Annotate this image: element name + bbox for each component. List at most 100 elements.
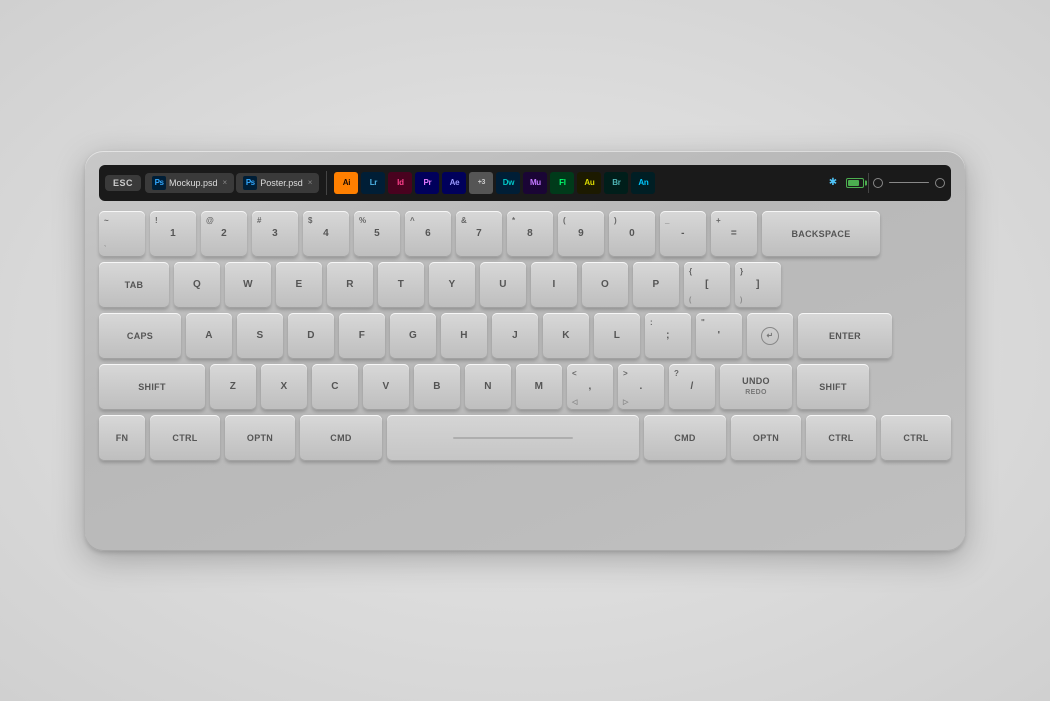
app-animate-icon[interactable]: An (631, 172, 655, 194)
key-4[interactable]: $4 (303, 211, 349, 257)
a-row: CAPS A S D F G H J K L :; "' ↵ ENTER (99, 313, 951, 359)
brightness-min-icon[interactable] (873, 178, 883, 188)
key-i[interactable]: I (531, 262, 577, 308)
key-shift-right[interactable]: SHIFT (797, 364, 869, 410)
esc-key[interactable]: ESC (105, 175, 141, 191)
number-row: ~` !1 @2 #3 $4 %5 ^6 &7 *8 (9 )0 _- += B… (99, 211, 951, 257)
key-8[interactable]: *8 (507, 211, 553, 257)
key-slash[interactable]: ?/ (669, 364, 715, 410)
app-muse-icon[interactable]: Mu (523, 172, 547, 194)
key-comma[interactable]: <,◁ (567, 364, 613, 410)
app-lightroom-icon[interactable]: Lr (361, 172, 385, 194)
key-z[interactable]: Z (210, 364, 256, 410)
divider (326, 171, 327, 195)
key-equals[interactable]: += (711, 211, 757, 257)
key-u[interactable]: U (480, 262, 526, 308)
battery-icon (846, 178, 864, 188)
key-9[interactable]: (9 (558, 211, 604, 257)
keys-area: ~` !1 @2 #3 $4 %5 ^6 &7 *8 (9 )0 _- += B… (99, 211, 951, 461)
key-y[interactable]: Y (429, 262, 475, 308)
key-tab[interactable]: TAB (99, 262, 169, 308)
tb-separator (868, 173, 869, 193)
key-q[interactable]: Q (174, 262, 220, 308)
key-cmd-right[interactable]: CMD (644, 415, 726, 461)
app-premiere-icon[interactable]: Pr (415, 172, 439, 194)
key-n[interactable]: N (465, 364, 511, 410)
spacebar-line (453, 437, 573, 439)
close-tab-2-icon[interactable]: × (308, 178, 313, 187)
key-space[interactable] (387, 415, 639, 461)
key-c[interactable]: C (312, 364, 358, 410)
brightness-slider[interactable] (889, 182, 929, 184)
key-enter[interactable]: ENTER (798, 313, 892, 359)
key-e[interactable]: E (276, 262, 322, 308)
key-optn-right[interactable]: OPTN (731, 415, 801, 461)
key-r[interactable]: R (327, 262, 373, 308)
key-6[interactable]: ^6 (405, 211, 451, 257)
touch-bar: ESC Ps Mockup.psd × Ps Poster.psd × Ai L… (99, 165, 951, 201)
close-tab-icon[interactable]: × (223, 178, 228, 187)
tab-poster[interactable]: Ps Poster.psd × (236, 173, 319, 193)
key-ctrl-far-right[interactable]: CTRL (881, 415, 951, 461)
brightness-max-icon[interactable] (935, 178, 945, 188)
key-bracket-open[interactable]: {[( (684, 262, 730, 308)
key-x[interactable]: X (261, 364, 307, 410)
app-aftereffects-icon[interactable]: Ae (442, 172, 466, 194)
key-cmd-left[interactable]: CMD (300, 415, 382, 461)
key-h[interactable]: H (441, 313, 487, 359)
touch-bar-right: ✱ (826, 176, 864, 190)
key-w[interactable]: W (225, 262, 271, 308)
key-backspace[interactable]: BACKSPACE (762, 211, 880, 257)
key-t[interactable]: T (378, 262, 424, 308)
key-k[interactable]: K (543, 313, 589, 359)
key-semicolon[interactable]: :; (645, 313, 691, 359)
key-ctrl-right[interactable]: CTRL (806, 415, 876, 461)
key-7[interactable]: &7 (456, 211, 502, 257)
key-m[interactable]: M (516, 364, 562, 410)
key-j[interactable]: J (492, 313, 538, 359)
app-illustrator-icon[interactable]: Ai (334, 172, 358, 194)
key-d[interactable]: D (288, 313, 334, 359)
app-indesign-icon[interactable]: Id (388, 172, 412, 194)
app-bridge-icon[interactable]: Br (604, 172, 628, 194)
key-ctrl-left[interactable]: CTRL (150, 415, 220, 461)
key-period[interactable]: >.▷ (618, 364, 664, 410)
key-g[interactable]: G (390, 313, 436, 359)
key-0[interactable]: )0 (609, 211, 655, 257)
brightness-controls (873, 178, 945, 188)
app-more-icon[interactable]: +3 (469, 172, 493, 194)
key-3[interactable]: #3 (252, 211, 298, 257)
key-quote[interactable]: "' (696, 313, 742, 359)
key-minus[interactable]: _- (660, 211, 706, 257)
keyboard: ESC Ps Mockup.psd × Ps Poster.psd × Ai L… (85, 151, 965, 551)
key-l[interactable]: L (594, 313, 640, 359)
key-shift-left[interactable]: SHIFT (99, 364, 205, 410)
app-flash-icon[interactable]: Fl (550, 172, 574, 194)
q-row: TAB Q W E R T Y U I O P {[( }]) (99, 262, 951, 308)
key-b[interactable]: B (414, 364, 460, 410)
key-fn[interactable]: FN (99, 415, 145, 461)
photoshop-icon-2: Ps (243, 176, 257, 190)
key-o[interactable]: O (582, 262, 628, 308)
key-s[interactable]: S (237, 313, 283, 359)
app-audition-icon[interactable]: Au (577, 172, 601, 194)
photoshop-icon: Ps (152, 176, 166, 190)
key-optn-left[interactable]: OPTN (225, 415, 295, 461)
key-circle-enter[interactable]: ↵ (747, 313, 793, 359)
key-f[interactable]: F (339, 313, 385, 359)
touch-bar-tabs: Ps Mockup.psd × Ps Poster.psd × (145, 173, 319, 193)
key-v[interactable]: V (363, 364, 409, 410)
key-bracket-close[interactable]: }]) (735, 262, 781, 308)
tab-label: Mockup.psd (169, 178, 218, 188)
app-icons: Ai Lr Id Pr Ae +3 Dw Mu Fl Au Br An (334, 172, 655, 194)
key-tilde[interactable]: ~` (99, 211, 145, 257)
key-caps[interactable]: CAPS (99, 313, 181, 359)
key-undo[interactable]: UNDOREDO (720, 364, 792, 410)
key-a[interactable]: A (186, 313, 232, 359)
key-2[interactable]: @2 (201, 211, 247, 257)
key-5[interactable]: %5 (354, 211, 400, 257)
app-dreamweaver-icon[interactable]: Dw (496, 172, 520, 194)
key-1[interactable]: !1 (150, 211, 196, 257)
key-p[interactable]: P (633, 262, 679, 308)
tab-mockup[interactable]: Ps Mockup.psd × (145, 173, 234, 193)
